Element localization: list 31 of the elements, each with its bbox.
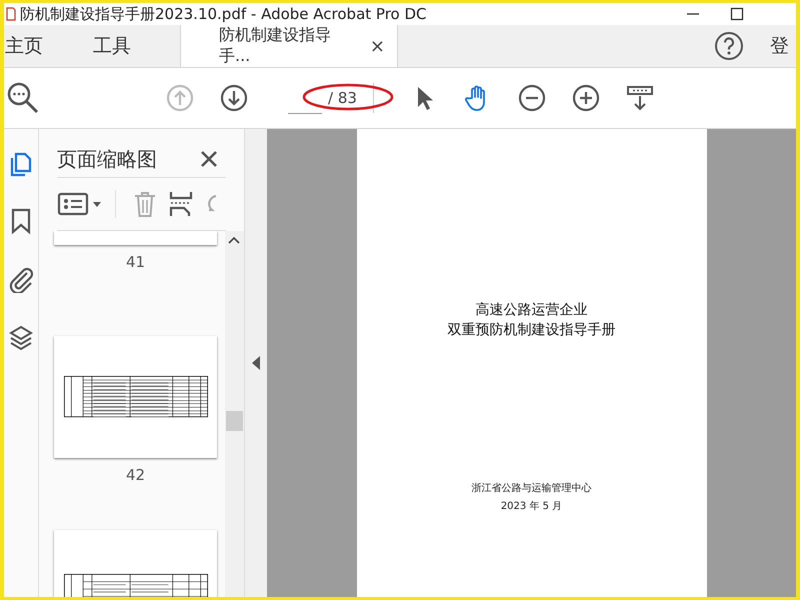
page-number-label: 42 <box>124 466 146 484</box>
nav-tab[interactable]: 主页 <box>4 25 44 67</box>
scroll-mode-icon[interactable] <box>626 84 654 112</box>
nav-tab[interactable]: 工具 <box>92 25 132 67</box>
zoom-in-icon[interactable] <box>572 84 600 112</box>
maximize-icon[interactable] <box>730 7 744 21</box>
document-title: 高速公路运营企业 <box>476 301 588 319</box>
window-title: 防机制建设指导手册2023.10.pdf - Adobe Acrobat Pro DC <box>20 4 426 24</box>
collapse-arrow-icon[interactable] <box>252 356 260 370</box>
publisher-text: 浙江省公路与运输管理中心 <box>472 482 592 495</box>
page-thumbnail[interactable] <box>54 336 217 458</box>
close-tab-button[interactable]: × <box>370 36 385 56</box>
date-text: 2023 年 5 月 <box>500 500 562 513</box>
scrollbar[interactable] <box>225 231 244 597</box>
panel-title: 页面缩略图 <box>57 146 157 172</box>
options-menu-icon[interactable] <box>57 191 103 217</box>
paperclip-icon[interactable] <box>7 265 35 293</box>
document-tab[interactable]: 防机制建设指导手... × <box>180 25 398 67</box>
search-icon[interactable] <box>6 81 40 115</box>
page-thumbnail[interactable] <box>54 231 217 245</box>
help-icon[interactable] <box>714 31 744 61</box>
page-count: / 83 <box>328 89 357 107</box>
scrollbar-thumb[interactable] <box>226 411 244 431</box>
page-number-label: 41 <box>124 253 146 271</box>
document-title: 双重预防机制建设指导手册 <box>448 321 616 339</box>
scroll-up-icon[interactable] <box>228 236 240 244</box>
zoom-out-icon[interactable] <box>518 84 546 112</box>
sign-in-link[interactable]: 登 <box>770 33 796 59</box>
insert-page-icon[interactable] <box>168 190 194 218</box>
close-icon[interactable] <box>200 150 218 168</box>
layers-icon[interactable] <box>7 323 35 351</box>
